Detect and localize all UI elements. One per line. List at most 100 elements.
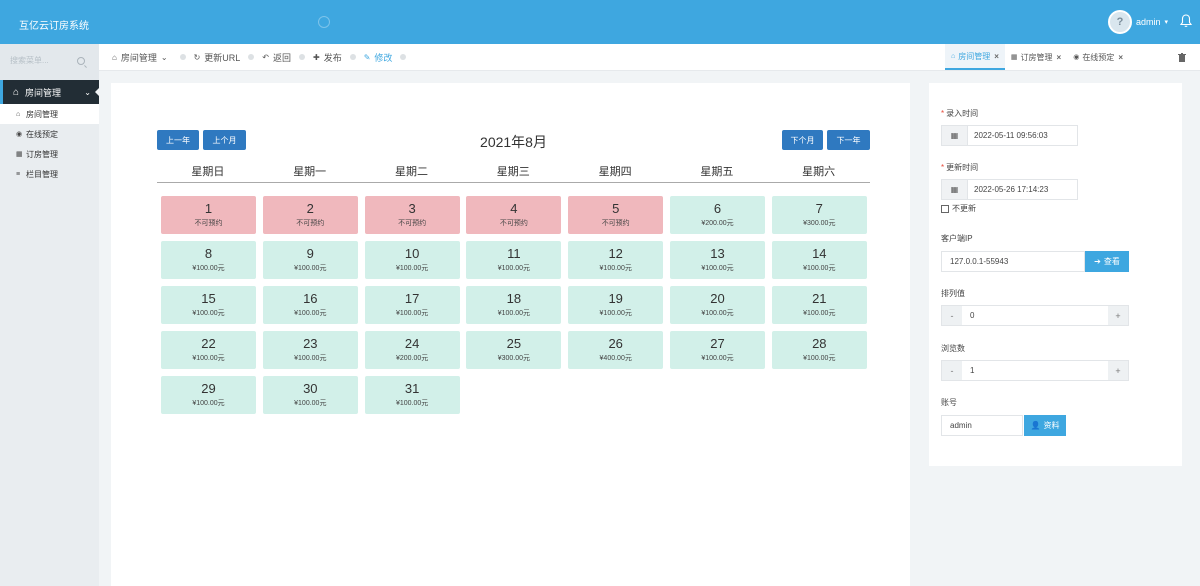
plus-button[interactable]: + (1108, 306, 1128, 325)
close-icon[interactable]: × (1118, 53, 1123, 62)
views-stepper[interactable]: - 1 + (941, 360, 1129, 381)
next-month-button[interactable]: 下个月 (782, 130, 823, 150)
calendar-day[interactable]: 4 不可预约 (466, 196, 562, 234)
user-name[interactable]: admin (1136, 17, 1161, 27)
home-icon: ⌂ (112, 52, 117, 62)
calendar-day[interactable]: 27 ¥100.00元 (670, 331, 765, 369)
account-input[interactable]: admin (941, 415, 1023, 436)
calendar-day[interactable]: 5 不可预约 (568, 196, 664, 234)
separator-dot (299, 54, 305, 60)
sidebar-item-booking-management[interactable]: ▦ 订房管理 (0, 144, 99, 164)
no-update-label: 不更新 (952, 204, 976, 213)
calendar-day[interactable]: 11 ¥100.00元 (466, 241, 562, 279)
calendar-day[interactable]: 15 ¥100.00元 (161, 286, 256, 324)
client-ip-label: 客户端IP (941, 234, 973, 243)
calendar-day[interactable]: 30 ¥100.00元 (262, 376, 358, 414)
back-button[interactable]: ↶ 返回 (262, 51, 291, 64)
calendar-day[interactable]: 14 ¥100.00元 (771, 241, 867, 279)
next-year-button[interactable]: 下一年 (827, 130, 870, 150)
profile-button[interactable]: 👤 资料 (1024, 415, 1066, 436)
table-icon: ▦ (1010, 54, 1018, 61)
sidebar-search-input[interactable]: 搜索菜单... (10, 56, 49, 65)
calendar-day[interactable]: 12 ¥100.00元 (568, 241, 664, 279)
day-number: 21 (812, 291, 827, 306)
updated-time-value[interactable]: 2022-05-26 17:14:23 (968, 185, 1048, 194)
day-status-label: ¥100.00元 (803, 310, 836, 317)
day-number: 1 (204, 201, 213, 216)
day-status-label: 不可预约 (499, 220, 528, 227)
day-status-label: ¥100.00元 (192, 265, 225, 272)
trash-icon[interactable] (1178, 44, 1200, 70)
calendar-day[interactable]: 13 ¥100.00元 (670, 241, 765, 279)
close-icon[interactable]: × (994, 52, 999, 61)
view-ip-button[interactable]: ➔ 查看 (1085, 251, 1129, 272)
views-value[interactable]: 1 (962, 366, 1108, 375)
calendar-day[interactable]: 23 ¥100.00元 (262, 331, 358, 369)
calendar-day[interactable]: 20 ¥100.00元 (670, 286, 765, 324)
sidebar-item-online-booking[interactable]: ◉ 在线预定 (0, 124, 99, 144)
profile-label: 资料 (1043, 421, 1060, 430)
calendar-day[interactable]: 29 ¥100.00元 (161, 376, 256, 414)
updated-time-label-text: 更新时间 (946, 163, 979, 172)
day-status-label: ¥100.00元 (701, 265, 734, 272)
calendar-day[interactable]: 9 ¥100.00元 (262, 241, 358, 279)
minus-button[interactable]: - (942, 361, 962, 380)
calendar-day[interactable]: 1 不可预约 (161, 196, 256, 234)
plus-button[interactable]: + (1108, 361, 1128, 380)
calendar-day[interactable]: 19 ¥100.00元 (568, 286, 664, 324)
calendar-day[interactable]: 21 ¥100.00元 (771, 286, 867, 324)
calendar-day[interactable]: 10 ¥100.00元 (364, 241, 460, 279)
tab-room-management[interactable]: ⌂ 房间管理 × (945, 44, 1005, 70)
day-status-label: ¥100.00元 (497, 265, 531, 272)
calendar-day[interactable]: 8 ¥100.00元 (161, 241, 256, 279)
sidebar-search[interactable]: 搜索菜单... (0, 44, 99, 80)
sidebar-item-room-management[interactable]: ⌂ 房间管理 (0, 104, 99, 124)
created-time-input[interactable]: ▦ 2022-05-11 09:56:03 (941, 125, 1078, 146)
publish-label: 发布 (323, 52, 342, 63)
day-number: 31 (404, 381, 420, 396)
created-time-value[interactable]: 2022-05-11 09:56:03 (968, 131, 1048, 140)
close-icon[interactable]: × (1057, 53, 1062, 62)
edit-icon: ✎ (363, 52, 371, 62)
bell-icon[interactable] (1180, 14, 1192, 28)
calendar-day[interactable]: 26 ¥400.00元 (568, 331, 664, 369)
home-icon: ⌂ (13, 86, 20, 98)
publish-button[interactable]: ✚ 发布 (313, 51, 342, 64)
calendar-day[interactable]: 2 不可预约 (262, 196, 358, 234)
day-number: 28 (812, 336, 827, 351)
sidebar-group-room-management[interactable]: ⌂ 房间管理 ⌄ (0, 80, 100, 104)
calendar-day[interactable]: 28 ¥100.00元 (771, 331, 867, 369)
view-ip-label: 查看 (1103, 257, 1120, 266)
calendar-day[interactable]: 6 ¥200.00元 (670, 196, 765, 234)
user-menu[interactable]: ? admin ▾ (1108, 10, 1168, 34)
tab-online-booking[interactable]: ◉ 在线预定 × (1067, 44, 1129, 70)
tab-booking-management[interactable]: ▦ 订房管理 × (1005, 44, 1067, 70)
no-update-option[interactable]: 不更新 (941, 203, 976, 214)
avatar[interactable]: ? (1108, 10, 1132, 34)
calendar-day[interactable]: 3 不可预约 (364, 196, 460, 234)
calendar-day[interactable]: 31 ¥100.00元 (364, 376, 460, 414)
refresh-icon: ↻ (193, 52, 201, 62)
day-number: 6 (713, 201, 722, 216)
breadcrumb[interactable]: ⌂ 房间管理 ⌄ (112, 51, 172, 64)
edit-button[interactable]: ✎ 修改 (364, 51, 393, 64)
sort-value[interactable]: 0 (962, 311, 1108, 320)
calendar-day[interactable]: 22 ¥100.00元 (161, 331, 256, 369)
refresh-url-button[interactable]: ↻ 更新URL (194, 51, 241, 64)
calendar-day[interactable]: 7 ¥300.00元 (771, 196, 867, 234)
chevron-down-icon[interactable]: ▾ (1165, 18, 1169, 26)
calendar-day[interactable]: 17 ¥100.00元 (364, 286, 460, 324)
search-icon[interactable] (77, 57, 85, 65)
updated-time-input[interactable]: ▦ 2022-05-26 17:14:23 (941, 179, 1078, 200)
calendar-day[interactable]: 18 ¥100.00元 (466, 286, 562, 324)
day-status-label: ¥100.00元 (803, 355, 836, 362)
minus-button[interactable]: - (942, 306, 962, 325)
required-mark: * (941, 109, 945, 118)
calendar-day[interactable]: 16 ¥100.00元 (262, 286, 358, 324)
sidebar-item-column-management[interactable]: ≡ 栏目管理 (0, 164, 99, 184)
sort-stepper[interactable]: - 0 + (941, 305, 1129, 326)
calendar-day[interactable]: 25 ¥300.00元 (466, 331, 562, 369)
no-update-checkbox[interactable] (941, 204, 949, 213)
client-ip-input[interactable]: 127.0.0.1-55943 (941, 251, 1085, 272)
calendar-day[interactable]: 24 ¥200.00元 (364, 331, 460, 369)
